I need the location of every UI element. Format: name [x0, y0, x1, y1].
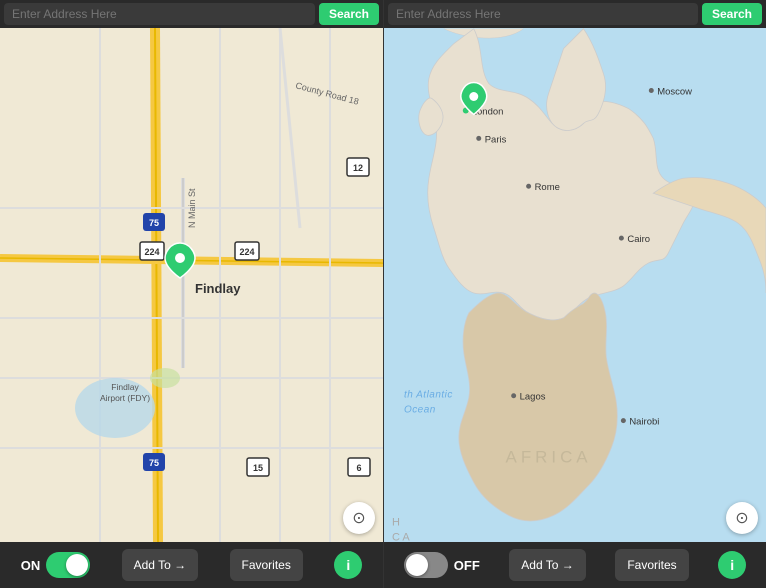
left-location-button[interactable]: ⊙ — [343, 502, 375, 534]
right-info-button[interactable]: i — [718, 551, 746, 579]
svg-text:N Main St: N Main St — [187, 188, 197, 228]
right-search-bar: Search — [384, 0, 766, 28]
right-location-button[interactable]: ⊙ — [726, 502, 758, 534]
svg-text:H: H — [392, 516, 400, 528]
left-map[interactable]: 75 75 224 224 12 15 6 N — [0, 28, 383, 542]
svg-text:75: 75 — [149, 458, 159, 468]
left-panel: Search — [0, 0, 383, 588]
svg-text:th Atlantic: th Atlantic — [404, 390, 453, 401]
right-map[interactable]: th Atlantic Ocean H C A AFRICA London Pa… — [384, 28, 766, 542]
right-favorites-button[interactable]: Favorites — [615, 549, 688, 581]
svg-text:Moscow: Moscow — [657, 86, 692, 97]
svg-text:Ocean: Ocean — [404, 405, 436, 416]
right-add-to-button[interactable]: Add To → — [509, 549, 585, 581]
svg-text:Cairo: Cairo — [627, 234, 650, 245]
right-search-button[interactable]: Search — [702, 3, 762, 25]
left-toolbar: ON Add To → Favorites i — [0, 542, 383, 588]
right-toggle-switch[interactable] — [404, 552, 448, 578]
left-favorites-button[interactable]: Favorites — [230, 549, 303, 581]
svg-text:75: 75 — [149, 218, 159, 228]
left-add-to-button[interactable]: Add To → — [122, 549, 198, 581]
left-toggle-switch[interactable] — [46, 552, 90, 578]
right-toggle-group: OFF — [404, 552, 480, 578]
left-search-input[interactable] — [4, 3, 315, 25]
right-search-input[interactable] — [388, 3, 698, 25]
left-toggle-knob — [66, 554, 88, 576]
svg-text:Nairobi: Nairobi — [629, 417, 659, 428]
svg-text:224: 224 — [239, 247, 254, 257]
svg-text:Findlay: Findlay — [195, 281, 241, 296]
svg-text:224: 224 — [144, 247, 159, 257]
svg-text:15: 15 — [253, 463, 263, 473]
right-toggle-label: OFF — [454, 558, 480, 573]
left-toggle-group: ON — [21, 552, 91, 578]
left-info-button[interactable]: i — [334, 551, 362, 579]
svg-text:12: 12 — [353, 163, 363, 173]
left-search-bar: Search — [0, 0, 383, 28]
svg-text:Lagos: Lagos — [520, 392, 546, 403]
svg-text:C A: C A — [392, 531, 410, 542]
svg-text:Paris: Paris — [485, 134, 507, 145]
svg-text:Findlay: Findlay — [111, 382, 139, 392]
left-toggle-label: ON — [21, 558, 41, 573]
left-search-button[interactable]: Search — [319, 3, 379, 25]
svg-text:Rome: Rome — [535, 182, 560, 193]
svg-text:Airport (FDY): Airport (FDY) — [100, 393, 150, 403]
right-toolbar: OFF Add To → Favorites i — [384, 542, 766, 588]
right-toggle-knob — [406, 554, 428, 576]
svg-text:AFRICA: AFRICA — [506, 448, 592, 467]
svg-text:6: 6 — [356, 463, 361, 473]
right-panel: Search th Atlantic Ocean — [383, 0, 766, 588]
